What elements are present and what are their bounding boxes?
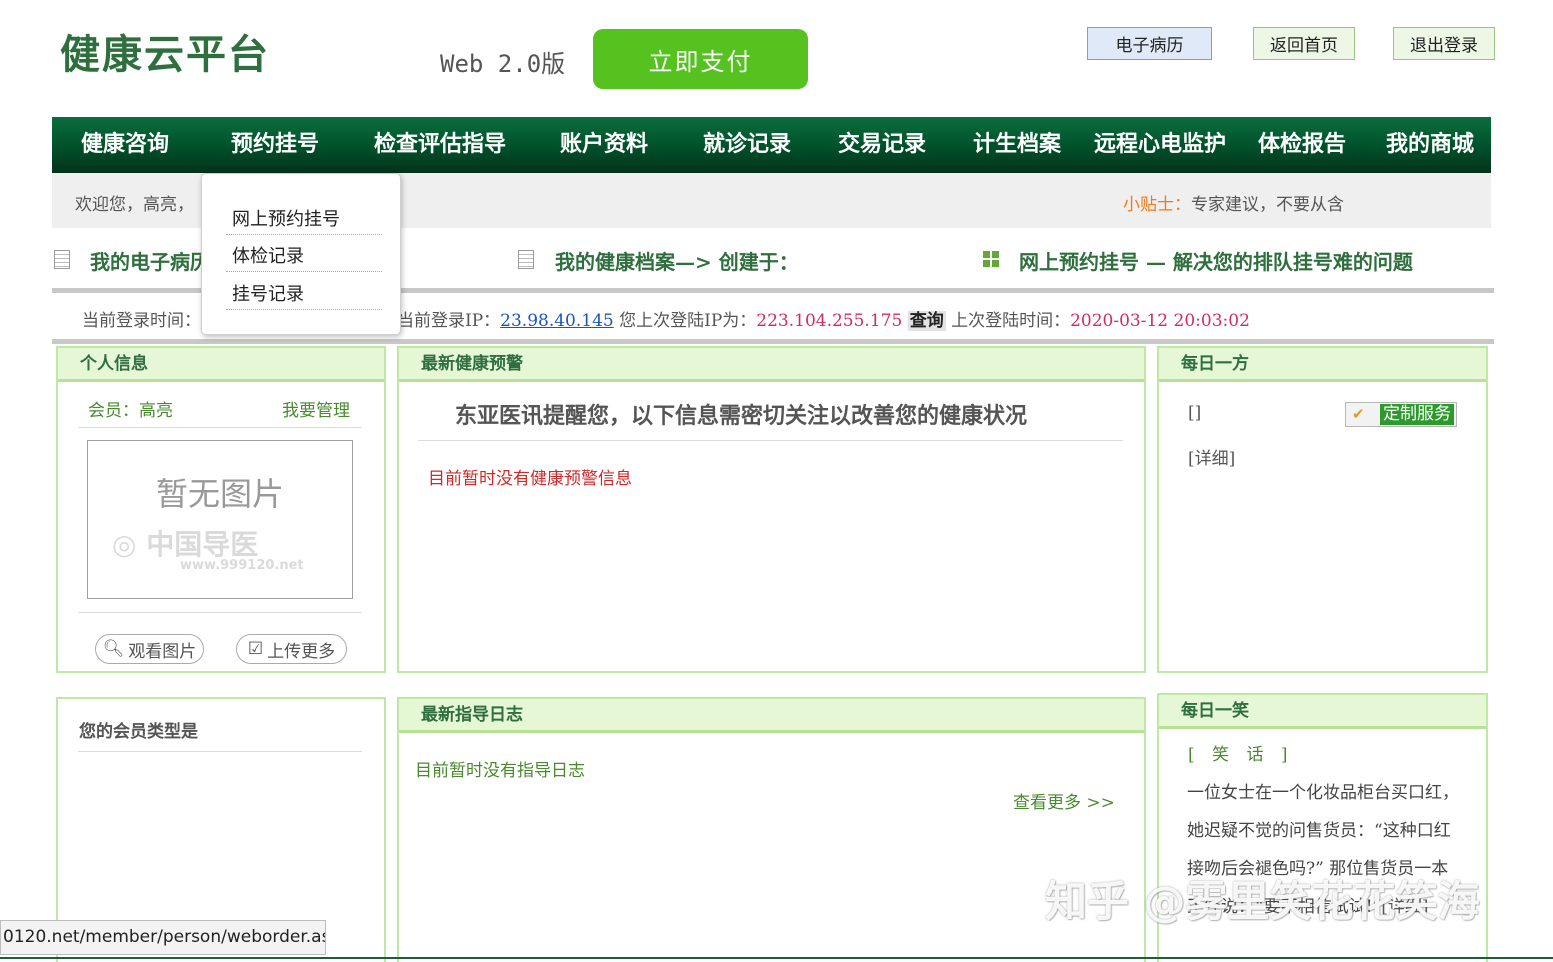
nav-item-account[interactable]: 账户资料 (560, 117, 648, 173)
health-alert-panel: 最新健康预警 (397, 346, 1146, 673)
manage-link[interactable]: 我要管理 (282, 396, 350, 421)
panel-title: 每日一方 (1159, 348, 1486, 382)
nav-item-ecg[interactable]: 远程心电监护 (1094, 117, 1226, 173)
photo-watermark-url: www.999120.net (180, 558, 304, 573)
photo-watermark-text: 中国导医 (146, 528, 259, 561)
last-ip-value: 223.104.255.175 (756, 311, 903, 331)
emr-button[interactable]: 电子病历 (1087, 27, 1212, 60)
grid-icon (983, 251, 999, 267)
panel-title: 个人信息 (58, 348, 384, 382)
version-label: Web 2.0版 (440, 50, 566, 78)
brand-logo: 健康云平台 (60, 32, 270, 78)
welcome-text: 欢迎您，高亮， (75, 195, 194, 215)
no-alert-message: 目前暂时没有健康预警信息 (428, 469, 632, 489)
divider (418, 440, 1123, 441)
member-type-label: 您的会员类型是 (79, 722, 198, 742)
custom-service-button[interactable]: ✔ 定制服务 (1345, 402, 1457, 427)
last-login-time-value: 2020-03-12 20:03:02 (1070, 311, 1250, 331)
shortcut-online-booking[interactable]: 网上预约挂号 — 解决您的排队挂号难的问题 (1019, 246, 1413, 275)
view-more-link[interactable]: 查看更多 >> (1013, 788, 1115, 813)
shortcut-health-archive[interactable]: 我的健康档案—> 创建于： (555, 246, 799, 275)
menu-item-checkup-records[interactable]: 体检记录 (226, 242, 382, 272)
alert-headline: 东亚医讯提醒您，以下信息需密切关注以改善您的健康状况 (455, 403, 1028, 429)
current-login-time-label: 当前登录时间： (82, 311, 201, 331)
menu-item-booking-records[interactable]: 挂号记录 (226, 280, 382, 310)
panel-title: 最新健康预警 (399, 348, 1144, 382)
daily-recipe-panel: 每日一方 (1157, 346, 1488, 673)
nav-item-consult[interactable]: 健康咨询 (81, 117, 169, 173)
nav-item-visits[interactable]: 就诊记录 (703, 117, 791, 173)
upload-more-label: 上传更多 (267, 641, 336, 662)
nav-item-family-planning[interactable]: 计生档案 (973, 117, 1061, 173)
no-guidance-message: 目前暂时没有指导日志 (415, 761, 585, 781)
view-photo-button[interactable]: 🔍︎ 观看图片 (95, 634, 204, 664)
checkbox-icon: ☑ (247, 639, 264, 659)
check-icon: ✔ (1352, 405, 1365, 423)
magnifier-icon: 🔍︎ (102, 639, 125, 659)
tip-label: 小贴士： (1123, 195, 1191, 215)
avatar: 暂无图片 ◎ 中国导医 www.999120.net (87, 440, 353, 599)
main-nav: 健康咨询 预约挂号 检查评估指导 账户资料 就诊记录 交易记录 计生档案 远程心… (52, 117, 1491, 173)
page-bottom-border (0, 957, 1553, 959)
divider (78, 427, 362, 428)
view-photo-label: 观看图片 (128, 641, 197, 662)
shortcut-emr[interactable]: 我的电子病历 (90, 246, 210, 275)
recipe-content: [] (1188, 403, 1202, 423)
panel-title: 每日一笑 (1159, 695, 1486, 729)
photo-watermark: ◎ 中国导医 (112, 528, 259, 561)
recipe-detail-link[interactable]: [详细] (1188, 444, 1235, 469)
joke-label: [ 笑 话 ] (1188, 745, 1294, 765)
divider (78, 612, 362, 613)
last-ip-label: 您上次登陆IP为： (619, 311, 757, 331)
nav-item-booking[interactable]: 预约挂号 (231, 117, 319, 173)
home-button[interactable]: 返回首页 (1253, 27, 1355, 60)
guidance-log-panel: 最新指导日志 (397, 697, 1146, 962)
custom-service-label: 定制服务 (1380, 404, 1454, 425)
logout-button[interactable]: 退出登录 (1393, 27, 1495, 60)
menu-item-online-booking[interactable]: 网上预约挂号 (226, 205, 382, 235)
tip-text: 小贴士：专家建议，不要从含 (1123, 190, 1344, 215)
divider (78, 751, 362, 752)
current-ip-link[interactable]: 23.98.40.145 (500, 311, 614, 331)
divider (52, 339, 1494, 344)
nav-item-mall[interactable]: 我的商城 (1386, 117, 1474, 173)
member-name: 会员：高亮 (88, 401, 173, 421)
document-icon (54, 250, 70, 269)
booking-dropdown-menu: 网上预约挂号 体检记录 挂号记录 (201, 173, 401, 335)
nav-item-exam-guide[interactable]: 检查评估指导 (374, 117, 506, 173)
nav-item-checkup-report[interactable]: 体检报告 (1258, 117, 1346, 173)
upload-more-button[interactable]: ☑ 上传更多 (236, 634, 347, 664)
last-login-time-label: 上次登陆时间： (951, 311, 1071, 331)
nav-item-transactions[interactable]: 交易记录 (838, 117, 926, 173)
no-photo-text: 暂无图片 (155, 475, 284, 513)
query-button[interactable]: 查询 (907, 311, 946, 331)
pay-now-button[interactable]: 立即支付 (593, 29, 808, 89)
status-bar-url: 0120.net/member/person/weborder.aspx (0, 920, 326, 955)
document-icon (518, 250, 534, 269)
tip-content: 专家建议，不要从含 (1191, 195, 1344, 215)
current-ip-label: 当前登录IP： (397, 311, 501, 331)
zhihu-watermark: 知乎 @雾里笑花花笑海 (1045, 877, 1480, 926)
panel-title: 最新指导日志 (399, 699, 1144, 733)
